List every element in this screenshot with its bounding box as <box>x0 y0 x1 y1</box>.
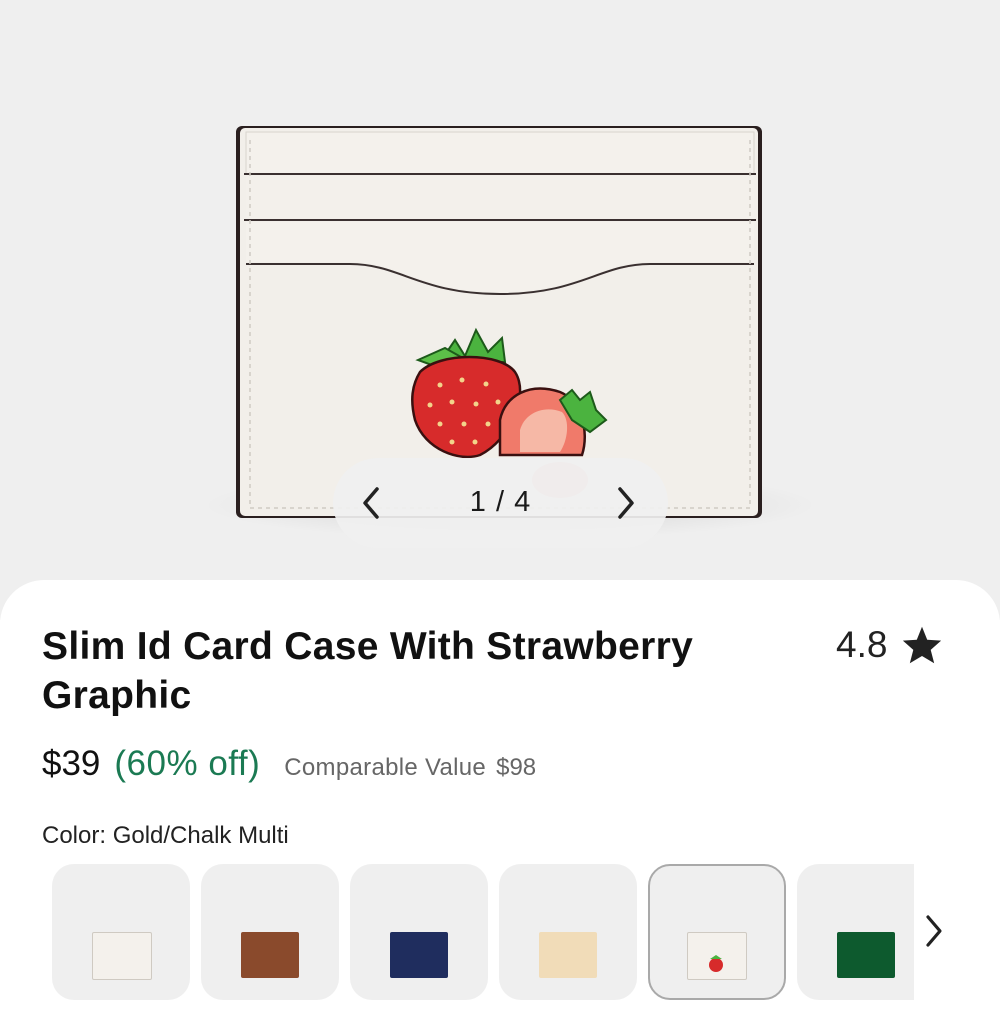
chevron-right-icon <box>926 915 942 947</box>
color-swatch-tan-lemon[interactable] <box>499 864 637 1000</box>
comparable-value-label: Comparable Value <box>284 754 487 781</box>
product-image-gallery[interactable]: 1 / 4 <box>0 0 1000 620</box>
color-label: Color: Gold/Chalk Multi <box>42 822 289 849</box>
sale-price: $39 <box>42 744 101 783</box>
swatch-thumbnail <box>687 932 747 980</box>
swatch-thumbnail <box>241 932 299 978</box>
strawberry-icon <box>709 955 723 972</box>
color-swatch-navy[interactable] <box>350 864 488 1000</box>
comparable-value-price: $98 <box>496 754 537 781</box>
color-swatch-chalk-strawberry[interactable] <box>648 864 786 1000</box>
color-swatch-brown[interactable] <box>201 864 339 1000</box>
color-swatch-list <box>52 864 914 1000</box>
swatch-thumbnail <box>390 932 448 978</box>
image-pager: 1 / 4 <box>333 458 668 548</box>
discount-label: (60% off) <box>114 744 261 783</box>
rating-value: 4.8 <box>836 624 888 665</box>
product-rating[interactable]: 4.8 <box>836 624 943 666</box>
product-title: Slim Id Card Case With Strawberry Graphi… <box>42 625 694 717</box>
next-image-button[interactable] <box>601 478 651 528</box>
color-swatch-green[interactable] <box>797 864 914 1000</box>
star-icon <box>903 626 942 664</box>
swatch-thumbnail <box>92 932 152 980</box>
color-swatch-chalk[interactable] <box>52 864 190 1000</box>
chevron-right-icon <box>618 487 634 519</box>
swatch-thumbnail <box>837 932 895 978</box>
swatches-next-button[interactable] <box>912 905 956 957</box>
price-row: $39 (60% off) Comparable Value $98 <box>42 744 536 784</box>
swatch-thumbnail <box>539 932 597 978</box>
